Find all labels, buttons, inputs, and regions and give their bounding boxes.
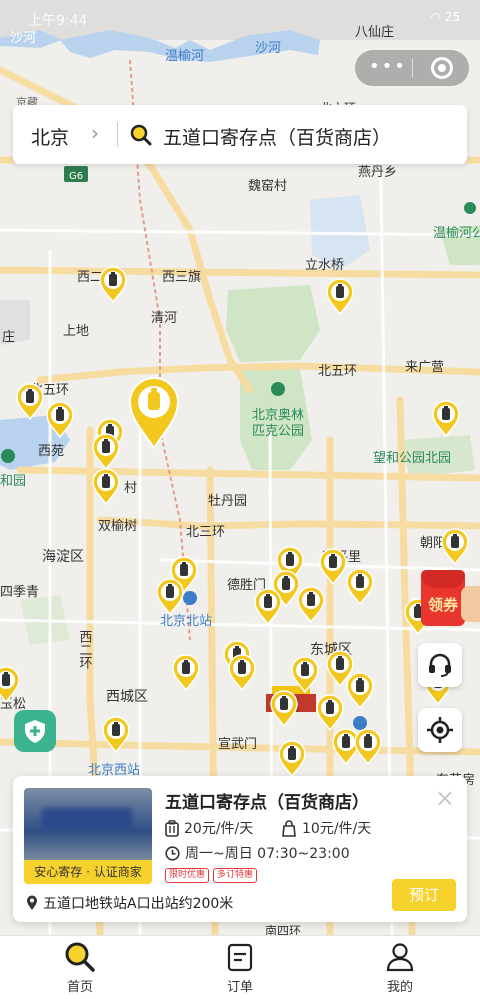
headset-icon bbox=[429, 653, 451, 677]
wifi-icon: ◠ bbox=[430, 10, 441, 24]
certified-badge: 安心寄存 · 认证商家 bbox=[24, 860, 152, 884]
map-label-olympic-1: 北京奥林 bbox=[252, 408, 304, 423]
hand-icon bbox=[461, 586, 480, 622]
store-photo: 安心寄存 · 认证商家 bbox=[24, 788, 152, 884]
more-menu-icon[interactable]: ••• bbox=[369, 58, 407, 76]
customer-service-button[interactable] bbox=[418, 643, 462, 687]
map-label-g6: G6 bbox=[69, 171, 83, 182]
opening-hours-text: 周一~周日 07:30~23:00 bbox=[185, 846, 350, 862]
shield-plus-icon bbox=[25, 720, 45, 743]
map-label-west-2nd-ring: 西二环 bbox=[77, 630, 93, 669]
search-divider bbox=[117, 122, 118, 147]
store-name: 五道口寄存点（百货商店） bbox=[165, 793, 369, 813]
close-miniprogram-icon[interactable] bbox=[431, 57, 453, 79]
svg-text:西二环: 西二环 bbox=[77, 630, 93, 669]
envelope-flap bbox=[421, 570, 465, 588]
map-label-wenyuhe: 温榆河 bbox=[165, 49, 204, 64]
search-bar[interactable]: 北京 › 五道口寄存点（百货商店） bbox=[13, 105, 467, 164]
map-label-shuangyushu: 双榆树 bbox=[98, 519, 137, 534]
map-label-shangdi: 上地 bbox=[63, 324, 89, 339]
city-selector[interactable]: 北京 bbox=[31, 123, 69, 150]
map-label-wenyuhe-park: 温榆河公园 bbox=[433, 226, 480, 241]
opening-hours: 周一~周日 07:30~23:00 bbox=[165, 843, 350, 863]
map-label-xisanqi: 西三旗 bbox=[162, 269, 201, 285]
promo-tag: 限时优惠 bbox=[165, 868, 210, 883]
tab-profile-label: 我的 bbox=[386, 980, 413, 995]
map-label-south-4th-ring: 南四环 bbox=[265, 923, 301, 935]
price-bag-text: 10元/件/天 bbox=[302, 821, 372, 837]
user-icon bbox=[386, 943, 414, 972]
map-label-shahe-river: 沙河 bbox=[255, 41, 281, 56]
store-sign bbox=[42, 808, 132, 828]
coupon-label: 领券 bbox=[427, 596, 458, 614]
tab-orders[interactable]: 订单 bbox=[160, 936, 320, 999]
price-luggage-text: 20元/件/天 bbox=[184, 821, 254, 837]
map-label-qinghe: 清河 bbox=[151, 311, 177, 326]
crosshair-icon bbox=[427, 717, 453, 743]
map-label-sijiqing: 四季青 bbox=[0, 585, 39, 600]
map-label-yandanxiang: 燕丹乡 bbox=[358, 165, 397, 180]
map-label-cun: 村 bbox=[124, 481, 137, 496]
miniprogram-capsule: ••• bbox=[355, 50, 469, 86]
store-address-text: 五道口地铁站A口出站约200米 bbox=[43, 896, 234, 912]
app-screen: 沙河 八仙庄 温榆河 沙河 京藏 北六环 燕丹乡 G6 魏窑村 温榆河公园 西二… bbox=[0, 0, 480, 999]
map-label-zhuang: 庄 bbox=[2, 329, 15, 345]
map-label-heyuan: 和园 bbox=[0, 474, 26, 489]
tab-profile[interactable]: 我的 bbox=[320, 936, 480, 999]
status-bar: 上午9:44 ◠ 25 bbox=[0, 0, 480, 36]
suitcase-icon bbox=[165, 819, 179, 837]
capsule-divider bbox=[412, 59, 413, 77]
search-icon bbox=[65, 942, 95, 972]
status-time: 上午9:44 bbox=[28, 13, 88, 29]
map-label-xiyuan: 西苑 bbox=[38, 444, 64, 459]
location-pin-icon bbox=[27, 895, 37, 910]
map-label-mudanyuan: 牡丹园 bbox=[208, 494, 247, 509]
promo-tag: 多订特惠 bbox=[213, 868, 258, 883]
map-label-north-3rd-ring: 北三环 bbox=[186, 525, 225, 540]
status-battery: ◠ 25 bbox=[430, 10, 460, 24]
price-luggage: 20元/件/天 bbox=[165, 818, 253, 838]
tab-home-label: 首页 bbox=[66, 980, 93, 995]
search-input[interactable]: 五道口寄存点（百货商店） bbox=[163, 123, 391, 150]
tab-orders-label: 订单 bbox=[226, 980, 253, 995]
order-icon bbox=[227, 943, 253, 972]
store-address: 五道口地铁站A口出站约200米 bbox=[26, 893, 233, 913]
bottom-tab-bar: 首页 订单 我的 bbox=[0, 935, 480, 999]
map-label-haidian: 海淀区 bbox=[42, 549, 84, 565]
map-label-olympic-2: 匹克公园 bbox=[252, 424, 304, 439]
battery-level: 25 bbox=[444, 10, 460, 24]
coupon-button[interactable]: 领券 bbox=[421, 568, 480, 630]
price-bag: 10元/件/天 bbox=[281, 818, 371, 838]
bag-icon bbox=[282, 819, 296, 837]
map-label-laiguangying: 来广营 bbox=[405, 360, 444, 375]
search-icon bbox=[130, 124, 152, 146]
promo-tags: 限时优惠 多订特惠 bbox=[165, 868, 258, 883]
map-label-xuanwumen: 宣武门 bbox=[218, 736, 257, 752]
map-label-north-5th-ring-e: 北五环 bbox=[318, 364, 357, 379]
map-label-wanghe-park: 望和公园北园 bbox=[373, 450, 451, 466]
map-label-xier: 西二 bbox=[77, 270, 103, 285]
store-info-card[interactable]: 安心寄存 · 认证商家 五道口寄存点（百货商店） × 20元/件/天 10元/件… bbox=[13, 776, 467, 922]
close-icon[interactable]: × bbox=[435, 784, 455, 812]
insurance-shield-button[interactable] bbox=[14, 710, 56, 752]
map-label-xicheng: 西城区 bbox=[106, 689, 148, 705]
tab-home[interactable]: 首页 bbox=[0, 936, 160, 999]
book-button[interactable]: 预订 bbox=[392, 879, 456, 911]
locate-me-button[interactable] bbox=[418, 708, 462, 752]
map-label-beijing-north-station: 北京北站 bbox=[160, 614, 212, 629]
map-label-lishuiqiao: 立水桥 bbox=[305, 258, 344, 273]
clock-icon bbox=[165, 845, 180, 861]
chevron-right-icon[interactable]: › bbox=[91, 121, 99, 145]
map-label-weiyaocun: 魏窑村 bbox=[248, 178, 287, 194]
